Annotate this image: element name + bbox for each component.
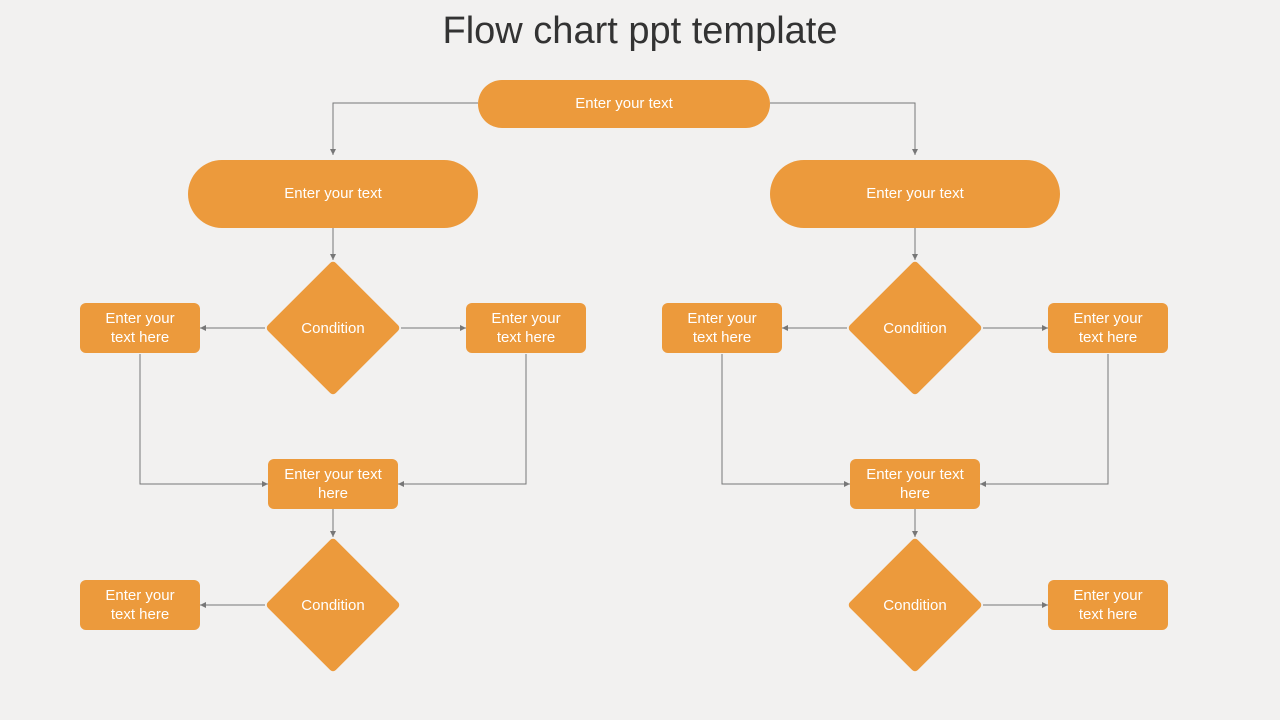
slide-title: Flow chart ppt template [0,10,1280,53]
left-decision-1: Condition [285,280,381,376]
start-terminator: Enter your text [478,80,770,128]
right-terminator: Enter your text [770,160,1060,228]
right-final: Enter your text here [1048,580,1168,630]
right-side-right: Enter your text here [1048,303,1168,353]
slide: Flow chart ppt template En [0,0,1280,720]
left-merge: Enter your text here [268,459,398,509]
right-decision-2: Condition [867,557,963,653]
right-decision-1: Condition [867,280,963,376]
left-decision-2: Condition [285,557,381,653]
right-decision-2-label: Condition [867,557,963,653]
left-terminator: Enter your text [188,160,478,228]
right-side-left: Enter your text here [662,303,782,353]
left-decision-2-label: Condition [285,557,381,653]
left-final: Enter your text here [80,580,200,630]
left-decision-1-label: Condition [285,280,381,376]
left-side-right: Enter your text here [466,303,586,353]
left-side-left: Enter your text here [80,303,200,353]
right-decision-1-label: Condition [867,280,963,376]
right-merge: Enter your text here [850,459,980,509]
